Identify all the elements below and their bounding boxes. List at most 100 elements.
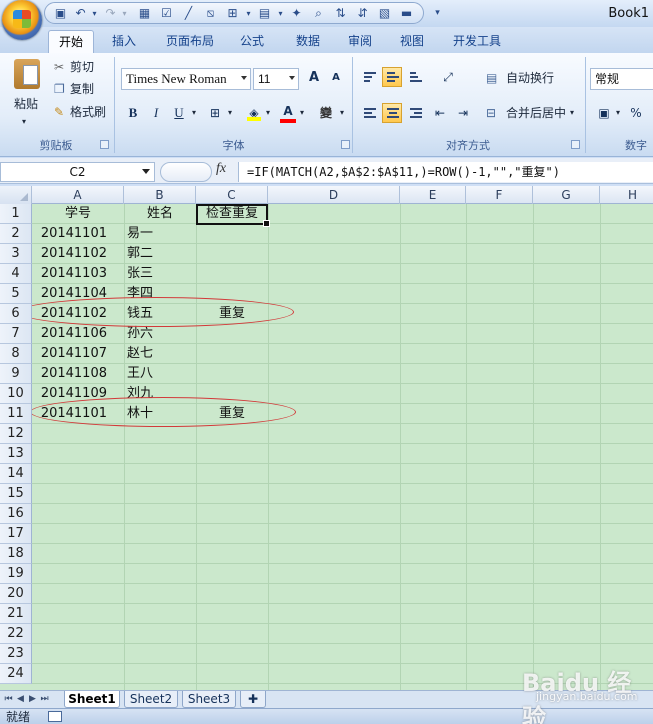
customize-qat-icon[interactable]: ▾ bbox=[430, 6, 445, 21]
column-header-e[interactable]: E bbox=[400, 186, 466, 204]
cell-a2[interactable]: 20141101 bbox=[32, 224, 107, 244]
cell-a9[interactable]: 20141108 bbox=[32, 364, 107, 384]
prev-sheet-icon[interactable]: ◀ bbox=[16, 694, 25, 705]
tab-data[interactable]: 数据 bbox=[288, 30, 328, 53]
align-top-button[interactable] bbox=[359, 67, 379, 87]
paste-icon[interactable] bbox=[14, 59, 40, 89]
merge-dropdown-icon[interactable]: ▾ bbox=[570, 104, 574, 122]
row-header-24[interactable]: 24 bbox=[0, 664, 32, 684]
number-format-box[interactable]: 常规 bbox=[590, 68, 653, 90]
column-header-g[interactable]: G bbox=[533, 186, 600, 204]
bold-button[interactable]: B bbox=[123, 103, 143, 123]
merge-center-button[interactable]: 合并后居中 bbox=[506, 104, 566, 122]
cell-a8[interactable]: 20141107 bbox=[32, 344, 107, 364]
wrap-text-icon[interactable]: ▤ bbox=[486, 69, 497, 87]
decrease-indent-icon[interactable]: ⇤ bbox=[430, 103, 450, 123]
border-icon[interactable]: ⊞ bbox=[225, 6, 240, 21]
row-header-4[interactable]: 4 bbox=[0, 264, 32, 284]
sheet-tab-1[interactable]: Sheet1 bbox=[64, 691, 120, 708]
font-color-dropdown-icon[interactable]: ▾ bbox=[300, 104, 304, 122]
undo-icon[interactable]: ↶ bbox=[73, 6, 88, 21]
row-header-14[interactable]: 14 bbox=[0, 464, 32, 484]
copy-button[interactable]: 复制 bbox=[70, 80, 94, 98]
redo-dropdown-icon[interactable]: ▾ bbox=[117, 6, 132, 21]
name-box[interactable]: C2 bbox=[0, 162, 155, 182]
office-button[interactable] bbox=[2, 0, 42, 40]
check-box-icon[interactable]: ☑ bbox=[159, 6, 174, 21]
selected-cell-c2[interactable] bbox=[196, 204, 270, 227]
tab-review[interactable]: 审阅 bbox=[340, 30, 380, 53]
row-header-16[interactable]: 16 bbox=[0, 504, 32, 524]
last-sheet-icon[interactable]: ⏭ bbox=[40, 694, 49, 705]
row-header-10[interactable]: 10 bbox=[0, 384, 32, 404]
form-icon[interactable]: ▤ bbox=[257, 6, 272, 21]
currency-dropdown-icon[interactable]: ▾ bbox=[616, 104, 620, 122]
sort-ascending-icon[interactable]: ⇅ bbox=[333, 6, 348, 21]
row-header-18[interactable]: 18 bbox=[0, 544, 32, 564]
cut-button[interactable]: 剪切 bbox=[70, 58, 94, 76]
cell-b4[interactable]: 张三 bbox=[127, 264, 193, 284]
paste-button[interactable]: 粘贴 bbox=[14, 95, 38, 113]
redo-icon[interactable]: ↷ bbox=[103, 6, 118, 21]
form-dropdown-icon[interactable]: ▾ bbox=[273, 6, 288, 21]
print-preview-icon[interactable]: ⌕ bbox=[311, 6, 326, 21]
tab-page-layout[interactable]: 页面布局 bbox=[160, 30, 220, 53]
alignment-launcher-icon[interactable] bbox=[571, 140, 580, 149]
phonetic-dropdown-icon[interactable]: ▾ bbox=[340, 104, 344, 122]
cell-b3[interactable]: 郭二 bbox=[127, 244, 193, 264]
row-header-7[interactable]: 7 bbox=[0, 324, 32, 344]
underline-dropdown-icon[interactable]: ▾ bbox=[192, 104, 196, 122]
table-icon[interactable]: ▦ bbox=[137, 6, 152, 21]
column-header-d[interactable]: D bbox=[268, 186, 400, 204]
tab-view[interactable]: 视图 bbox=[392, 30, 432, 53]
picture-icon[interactable]: ▧ bbox=[377, 6, 392, 21]
tab-formulas[interactable]: 公式 bbox=[232, 30, 272, 53]
cell-b9[interactable]: 王八 bbox=[127, 364, 193, 384]
copy-icon[interactable]: ❐ bbox=[54, 80, 65, 98]
row-header-8[interactable]: 8 bbox=[0, 344, 32, 364]
column-header-a[interactable]: A bbox=[32, 186, 124, 204]
name-box-dropdown-icon[interactable] bbox=[142, 169, 150, 174]
border-dropdown-icon[interactable]: ▾ bbox=[241, 6, 256, 21]
increase-indent-icon[interactable]: ⇥ bbox=[453, 103, 473, 123]
next-sheet-icon[interactable]: ▶ bbox=[28, 694, 37, 705]
currency-icon[interactable]: ▣ bbox=[594, 103, 614, 123]
column-header-h[interactable]: H bbox=[600, 186, 653, 204]
font-color-button[interactable]: A bbox=[278, 101, 298, 121]
borders-dropdown-icon[interactable]: ▾ bbox=[228, 104, 232, 122]
insert-sheet-icon[interactable]: ✚ bbox=[240, 691, 266, 708]
font-size-box[interactable]: 11 bbox=[253, 68, 299, 90]
fill-color-dropdown-icon[interactable]: ▾ bbox=[266, 104, 270, 122]
merge-center-icon[interactable]: ⊟ bbox=[486, 104, 496, 122]
cell-a3[interactable]: 20141102 bbox=[32, 244, 107, 264]
row-header-5[interactable]: 5 bbox=[0, 284, 32, 304]
column-header-c[interactable]: C bbox=[196, 186, 268, 204]
row-header-19[interactable]: 19 bbox=[0, 564, 32, 584]
column-header-b[interactable]: B bbox=[124, 186, 196, 204]
clipboard-launcher-icon[interactable] bbox=[100, 140, 109, 149]
percent-button[interactable]: % bbox=[626, 103, 646, 123]
row-header-1[interactable]: 1 bbox=[0, 204, 32, 224]
addin-icon[interactable]: ✦ bbox=[289, 6, 304, 21]
worksheet-grid[interactable]: A B C D E F G H 学号 姓名 检查重复 20141101 易一 2… bbox=[0, 186, 653, 690]
tab-insert[interactable]: 插入 bbox=[104, 30, 144, 53]
row-header-12[interactable]: 12 bbox=[0, 424, 32, 444]
cell-b1[interactable]: 姓名 bbox=[124, 204, 196, 224]
row-header-3[interactable]: 3 bbox=[0, 244, 32, 264]
row-header-20[interactable]: 20 bbox=[0, 584, 32, 604]
row-header-23[interactable]: 23 bbox=[0, 644, 32, 664]
cell-b2[interactable]: 易一 bbox=[127, 224, 193, 244]
align-center-button[interactable] bbox=[382, 103, 402, 123]
orientation-icon[interactable]: ⤢ bbox=[434, 67, 462, 87]
cell-a4[interactable]: 20141103 bbox=[32, 264, 107, 284]
cell-b7[interactable]: 孙六 bbox=[127, 324, 193, 344]
sort-descending-icon[interactable]: ⇵ bbox=[355, 6, 370, 21]
row-header-2[interactable]: 2 bbox=[0, 224, 32, 244]
borders-icon[interactable]: ⊞ bbox=[205, 103, 225, 123]
align-middle-button[interactable] bbox=[382, 67, 402, 87]
font-launcher-icon[interactable] bbox=[341, 140, 350, 149]
format-painter-button[interactable]: 格式刷 bbox=[70, 103, 106, 121]
wrap-text-button[interactable]: 自动换行 bbox=[506, 69, 554, 87]
select-all-corner[interactable] bbox=[0, 186, 32, 204]
row-header-11[interactable]: 11 bbox=[0, 404, 32, 424]
